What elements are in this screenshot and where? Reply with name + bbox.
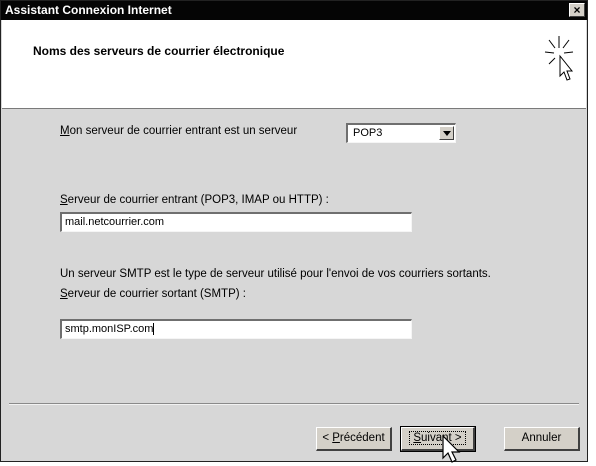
wizard-window: Assistant Connexion Internet × Noms des … <box>0 0 588 463</box>
footer-divider <box>9 403 579 405</box>
wizard-cursor-icon <box>544 36 574 81</box>
outgoing-server-input[interactable]: smtp.monISP.com <box>60 319 412 339</box>
page-title: Noms des serveurs de courrier électroniq… <box>33 44 285 58</box>
next-button[interactable]: Suivant > <box>400 426 476 452</box>
server-type-select[interactable]: POP3 <box>346 123 456 143</box>
incoming-server-label: Serveur de courrier entrant (POP3, IMAP … <box>60 194 329 206</box>
close-button[interactable]: × <box>569 3 585 17</box>
back-button[interactable]: < Précédent <box>316 427 392 451</box>
wizard-header: Noms des serveurs de courrier électroniq… <box>2 20 586 109</box>
mouse-pointer-icon <box>442 434 461 463</box>
text-caret <box>153 323 155 336</box>
window-title: Assistant Connexion Internet <box>5 3 172 17</box>
cancel-button[interactable]: Annuler <box>504 427 580 451</box>
incoming-type-label: Mon serveur de courrier entrant est un s… <box>60 125 298 137</box>
smtp-info-text: Un serveur SMTP est le type de serveur u… <box>60 268 491 280</box>
close-icon: × <box>573 3 581 17</box>
outgoing-server-label: Serveur de courrier sortant (SMTP) : <box>60 288 246 300</box>
title-bar[interactable]: Assistant Connexion Internet × <box>1 1 587 20</box>
server-type-value: POP3 <box>353 127 383 139</box>
incoming-server-input[interactable]: mail.netcourrier.com <box>60 212 412 232</box>
chevron-down-icon[interactable] <box>439 126 454 140</box>
